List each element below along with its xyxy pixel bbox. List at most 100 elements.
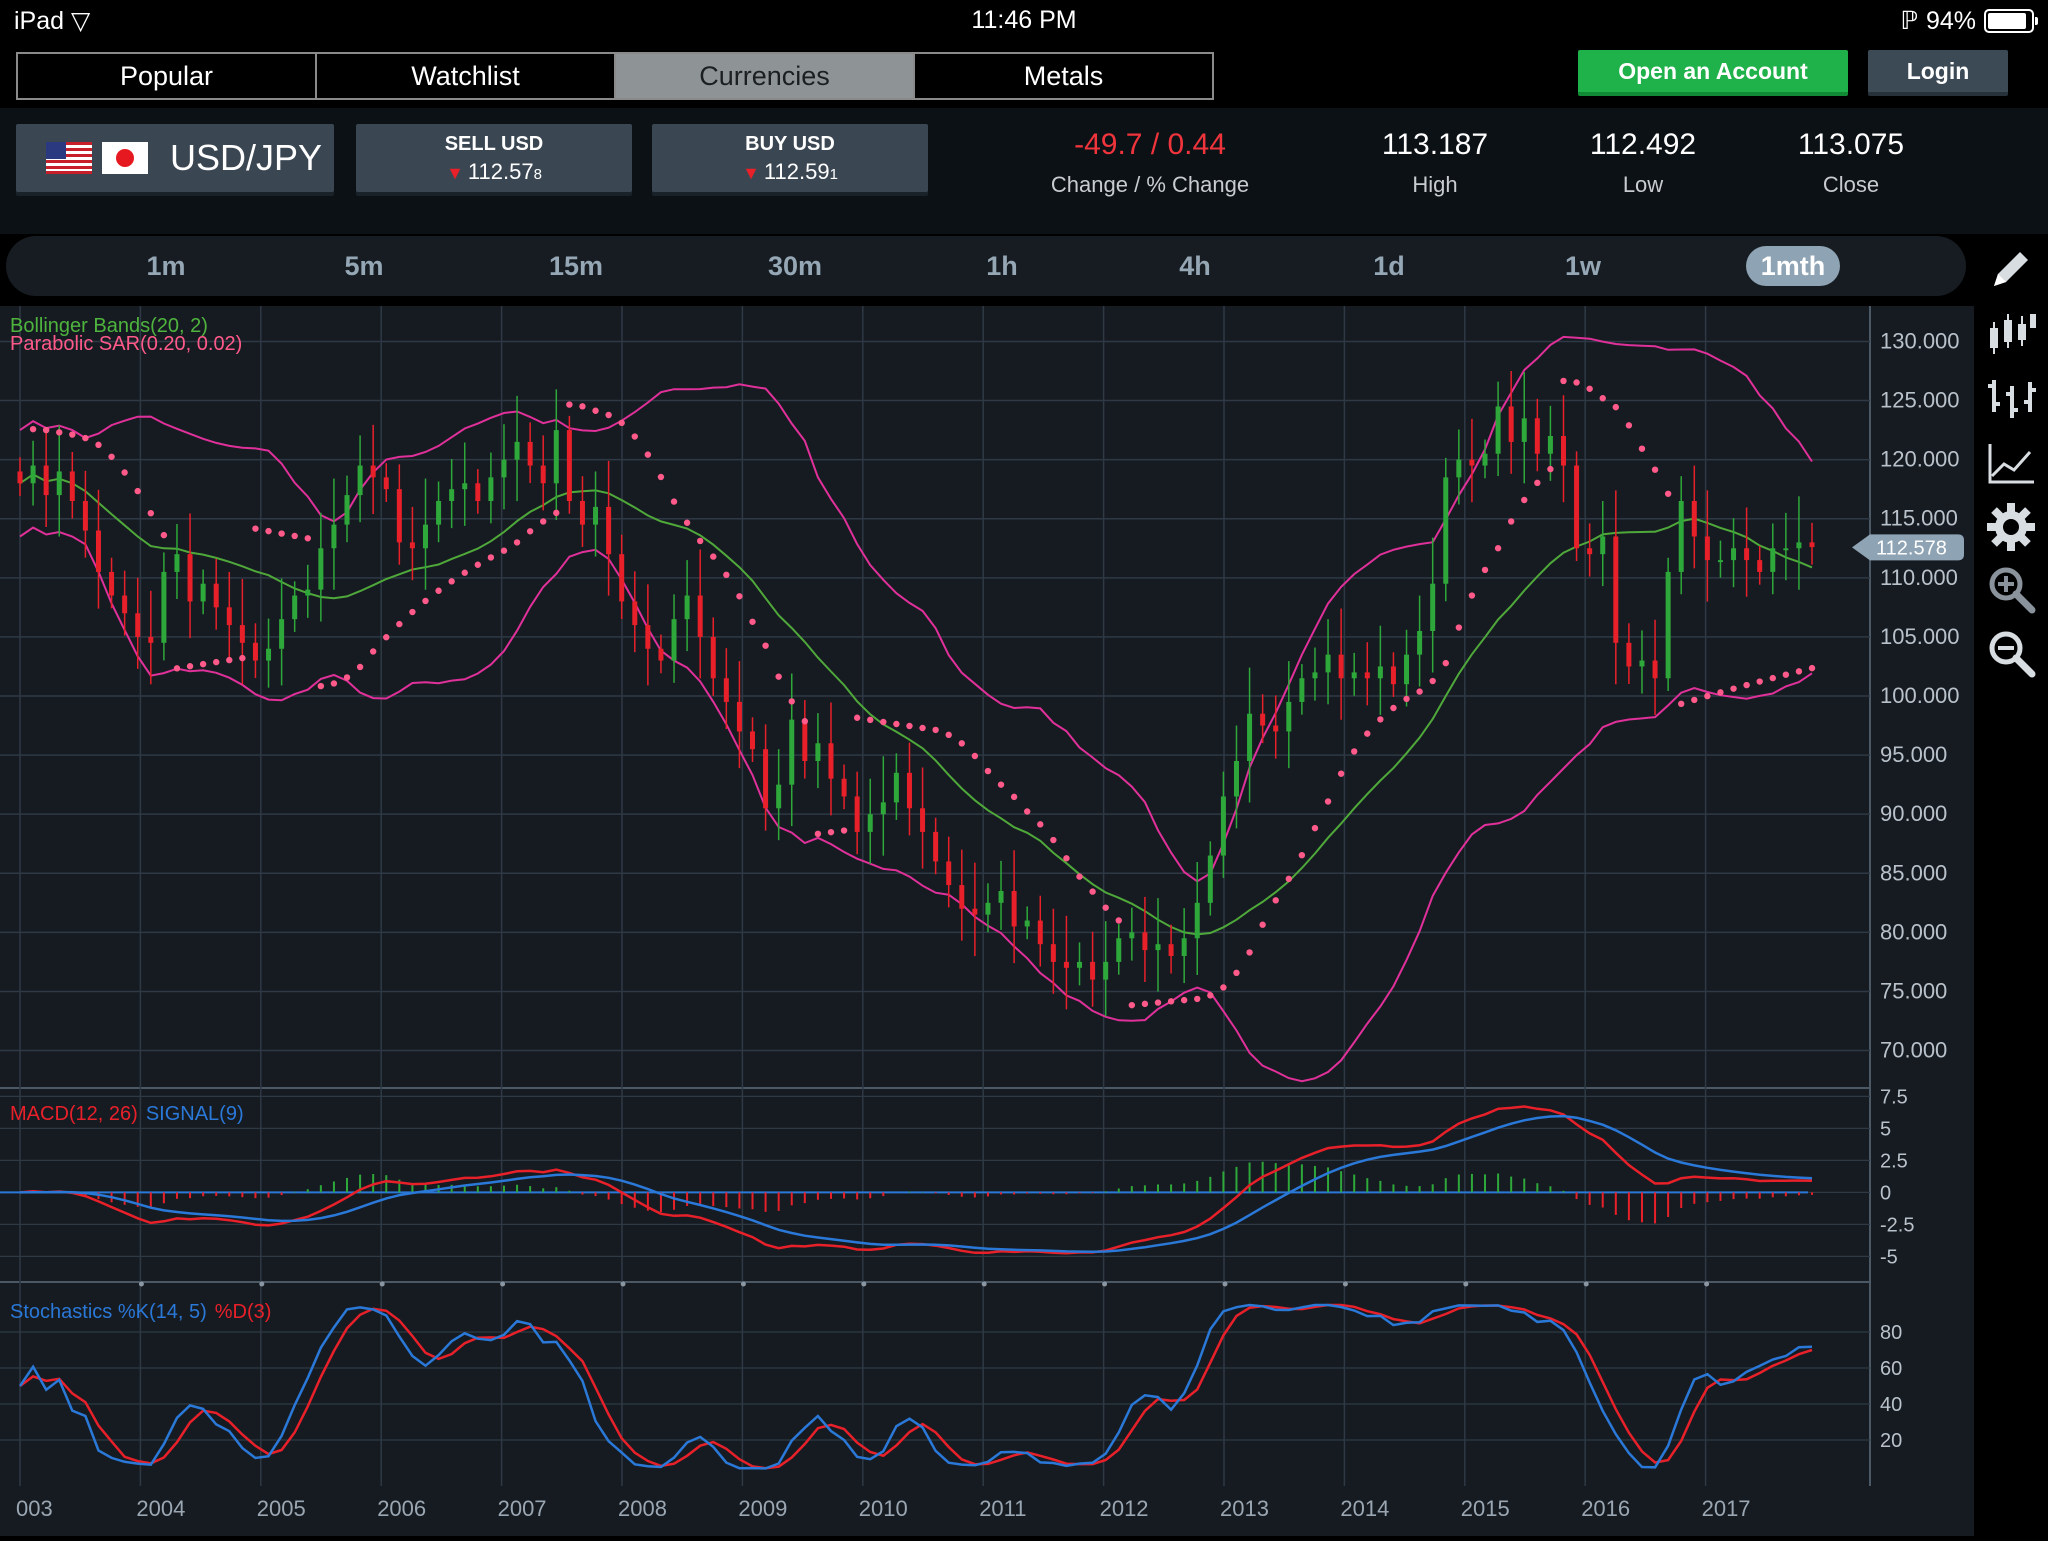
candle-body xyxy=(1639,660,1645,667)
macd-year-dot xyxy=(259,1281,265,1287)
candle-body xyxy=(658,648,664,661)
sar-dot xyxy=(984,767,992,775)
year-label: 2007 xyxy=(498,1496,547,1521)
year-label: 2010 xyxy=(859,1496,908,1521)
timeframe-15m[interactable]: 15m xyxy=(536,246,616,286)
sar-dot xyxy=(42,426,50,434)
sar-dot xyxy=(409,608,416,616)
candle-body xyxy=(1390,666,1396,685)
tab-metals[interactable]: Metals xyxy=(915,54,1212,98)
sar-dot xyxy=(121,469,128,476)
pencil-icon[interactable] xyxy=(1984,242,2038,296)
candle-body xyxy=(1600,536,1606,555)
zoom-in-icon[interactable] xyxy=(1984,562,2038,616)
timeframe-1mth[interactable]: 1mth xyxy=(1746,246,1840,286)
candle-body xyxy=(684,595,690,620)
candle-body xyxy=(998,891,1004,903)
timeframe-1d[interactable]: 1d xyxy=(1358,246,1420,286)
stoch-tick-label: 60 xyxy=(1880,1358,1902,1380)
timeframe-30m[interactable]: 30m xyxy=(752,246,838,286)
year-label: 2009 xyxy=(738,1496,787,1521)
sar-dot xyxy=(736,593,743,600)
pair-label: USD/JPY xyxy=(170,137,323,178)
timeframe-1m[interactable]: 1m xyxy=(134,246,198,286)
chart-background xyxy=(0,306,1870,1486)
price-chart[interactable]: 003 2004 2005 2006 2007 2008 2009 2010 2011 2012 2… xyxy=(0,306,1974,1536)
sar-dot xyxy=(945,731,952,739)
sar-dot xyxy=(1743,681,1750,689)
candle-body xyxy=(1770,548,1776,572)
sar-dot xyxy=(29,425,37,433)
price-tick-label: 110.000 xyxy=(1880,565,1958,590)
close-label: Close xyxy=(1822,172,1880,197)
sar-dot xyxy=(186,663,194,670)
sar-dot xyxy=(134,487,141,495)
candle-body xyxy=(1233,761,1239,797)
sar-dot xyxy=(1651,466,1659,473)
candle-body xyxy=(1129,932,1135,939)
battery-icon xyxy=(1984,9,2038,33)
sar-dot xyxy=(827,828,835,836)
candle-body xyxy=(867,814,873,832)
sar-dot xyxy=(579,403,586,410)
tab-currencies[interactable]: Currencies xyxy=(616,54,915,98)
bluetooth-icon: ℙ xyxy=(1900,7,1918,35)
candle-body xyxy=(383,477,389,490)
candle-body xyxy=(1809,542,1815,548)
sar-dot xyxy=(1638,445,1646,452)
currency-pair-selector[interactable]: USD/JPY xyxy=(16,124,334,192)
sar-dot xyxy=(526,528,534,535)
gear-icon[interactable] xyxy=(1984,500,2038,554)
macd-year-dot xyxy=(740,1281,746,1287)
line-chart-icon[interactable] xyxy=(1984,436,2038,490)
macd-tick-label: 0 xyxy=(1880,1182,1891,1204)
sar-dot xyxy=(343,674,351,681)
candle-body xyxy=(135,613,141,637)
candle-body xyxy=(579,501,585,525)
tab-popular[interactable]: Popular xyxy=(18,54,317,98)
candle-body xyxy=(17,471,23,484)
candle-body xyxy=(1247,713,1253,761)
sar-dot xyxy=(304,535,311,542)
ohlc-icon[interactable] xyxy=(1984,372,2038,426)
timeframe-1w[interactable]: 1w xyxy=(1552,246,1614,286)
chart-canvas[interactable]: 003 2004 2005 2006 2007 2008 2009 2010 2011 2012 2… xyxy=(0,306,1974,1536)
sar-dot xyxy=(1037,821,1044,828)
sar-dot xyxy=(723,571,730,579)
zoom-out-icon[interactable] xyxy=(1984,626,2038,680)
tab-watchlist[interactable]: Watchlist xyxy=(317,54,616,98)
sar-dot xyxy=(239,654,246,662)
candle-body xyxy=(109,571,115,596)
open-account-button[interactable]: Open an Account xyxy=(1578,50,1848,96)
high-stat: 113.187 High xyxy=(1380,128,1490,198)
macd-year-dot xyxy=(1342,1281,1348,1287)
price-tick-label: 100.000 xyxy=(1880,683,1960,708)
sar-dot xyxy=(1599,395,1606,402)
sar-dot xyxy=(69,431,76,438)
buy-button[interactable]: BUY USD ▼ 112.591 xyxy=(652,124,928,192)
candle-body xyxy=(1103,961,1109,980)
sar-dot xyxy=(997,781,1005,788)
timeframe-1h[interactable]: 1h xyxy=(972,246,1032,286)
sar-dot xyxy=(265,527,272,535)
macd-year-dot xyxy=(1102,1281,1108,1287)
low-value: 112.492 xyxy=(1589,128,1697,161)
candle-body xyxy=(1678,501,1684,572)
candle-body xyxy=(540,465,546,484)
sell-button[interactable]: SELL USD ▼ 112.578 xyxy=(356,124,632,192)
sar-dot xyxy=(1494,545,1502,552)
timeframe-4h[interactable]: 4h xyxy=(1164,246,1226,286)
candle-body xyxy=(43,465,49,496)
candle-body xyxy=(344,495,350,525)
candle-body xyxy=(1286,701,1292,732)
sar-dot xyxy=(657,473,665,481)
high-label: High xyxy=(1412,172,1458,197)
year-label: 2016 xyxy=(1581,1496,1630,1521)
macd-year-dot xyxy=(1463,1281,1469,1287)
candle-body xyxy=(1691,501,1697,537)
login-button[interactable]: Login xyxy=(1868,50,2008,96)
candlestick-icon[interactable] xyxy=(1984,306,2038,360)
sar-dot xyxy=(199,660,207,668)
timeframe-5m[interactable]: 5m xyxy=(332,246,396,286)
sar-dot xyxy=(1678,700,1685,707)
